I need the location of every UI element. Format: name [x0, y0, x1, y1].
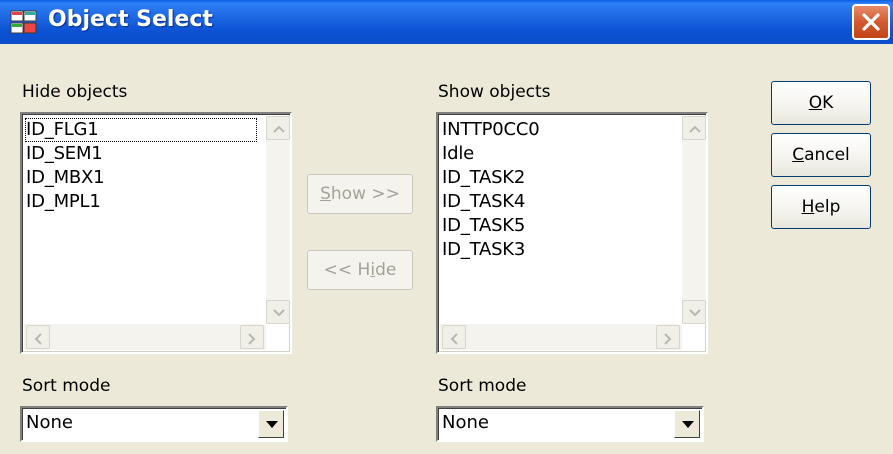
close-icon [862, 13, 880, 31]
chevron-left-icon [34, 333, 42, 345]
dropdown-button[interactable] [674, 410, 700, 438]
scroll-down-button[interactable] [682, 300, 706, 324]
show-sort-mode-label: Sort mode [438, 376, 527, 396]
list-item[interactable]: ID_MBX1 [25, 166, 250, 190]
list-item[interactable]: ID_FLG1 [25, 118, 257, 142]
chevron-down-icon [273, 309, 285, 317]
title-bar[interactable]: Object Select [0, 0, 893, 44]
scroll-up-button[interactable] [266, 116, 290, 140]
scroll-right-button[interactable] [240, 325, 264, 349]
object-select-app-icon [10, 10, 37, 34]
help-button[interactable]: Help [771, 185, 871, 229]
list-item[interactable]: ID_MPL1 [25, 190, 250, 214]
scroll-left-button[interactable] [442, 325, 466, 349]
dropdown-button[interactable] [258, 410, 284, 438]
hide-objects-label: Hide objects [22, 82, 128, 102]
show-list-horizontal-scrollbar[interactable] [440, 324, 682, 350]
list-item[interactable]: Idle [441, 142, 666, 166]
hide-button[interactable]: << Hide [307, 250, 413, 290]
chevron-down-icon [689, 309, 701, 317]
chevron-right-icon [248, 333, 256, 345]
window-title: Object Select [48, 7, 213, 32]
list-item[interactable]: ID_TASK3 [441, 238, 666, 262]
object-select-dialog: Object Select Hide objects ID_FLG1 ID_SE… [0, 0, 893, 454]
close-button[interactable] [852, 4, 890, 40]
chevron-left-icon [450, 333, 458, 345]
hide-list-horizontal-scrollbar[interactable] [24, 324, 266, 350]
list-item[interactable]: INTTP0CC0 [441, 118, 666, 142]
show-sort-mode-select[interactable]: None [436, 406, 704, 442]
show-list-vertical-scrollbar[interactable] [682, 116, 706, 324]
hide-objects-list[interactable]: ID_FLG1 ID_SEM1 ID_MBX1 ID_MPL1 [20, 112, 292, 354]
scroll-right-button[interactable] [656, 325, 680, 349]
show-sort-mode-value: None [442, 412, 489, 433]
list-item[interactable]: ID_TASK5 [441, 214, 666, 238]
show-button[interactable]: Show >> [307, 174, 413, 214]
hide-sort-mode-select[interactable]: None [20, 406, 288, 442]
chevron-up-icon [273, 125, 285, 133]
list-item[interactable]: ID_SEM1 [25, 142, 250, 166]
hide-sort-mode-label: Sort mode [22, 376, 111, 396]
hide-sort-mode-value: None [26, 412, 73, 433]
dropdown-arrow-icon [266, 421, 278, 428]
ok-button[interactable]: OK [771, 81, 871, 125]
scroll-left-button[interactable] [26, 325, 50, 349]
show-objects-list[interactable]: INTTP0CC0 Idle ID_TASK2 ID_TASK4 ID_TASK… [436, 112, 708, 354]
dropdown-arrow-icon [682, 421, 694, 428]
scroll-up-button[interactable] [682, 116, 706, 140]
list-item[interactable]: ID_TASK2 [441, 166, 666, 190]
cancel-button[interactable]: Cancel [771, 133, 871, 177]
scroll-down-button[interactable] [266, 300, 290, 324]
list-item[interactable]: ID_TASK4 [441, 190, 666, 214]
hide-list-vertical-scrollbar[interactable] [266, 116, 290, 324]
chevron-up-icon [689, 125, 701, 133]
show-objects-label: Show objects [438, 82, 551, 102]
chevron-right-icon [664, 333, 672, 345]
